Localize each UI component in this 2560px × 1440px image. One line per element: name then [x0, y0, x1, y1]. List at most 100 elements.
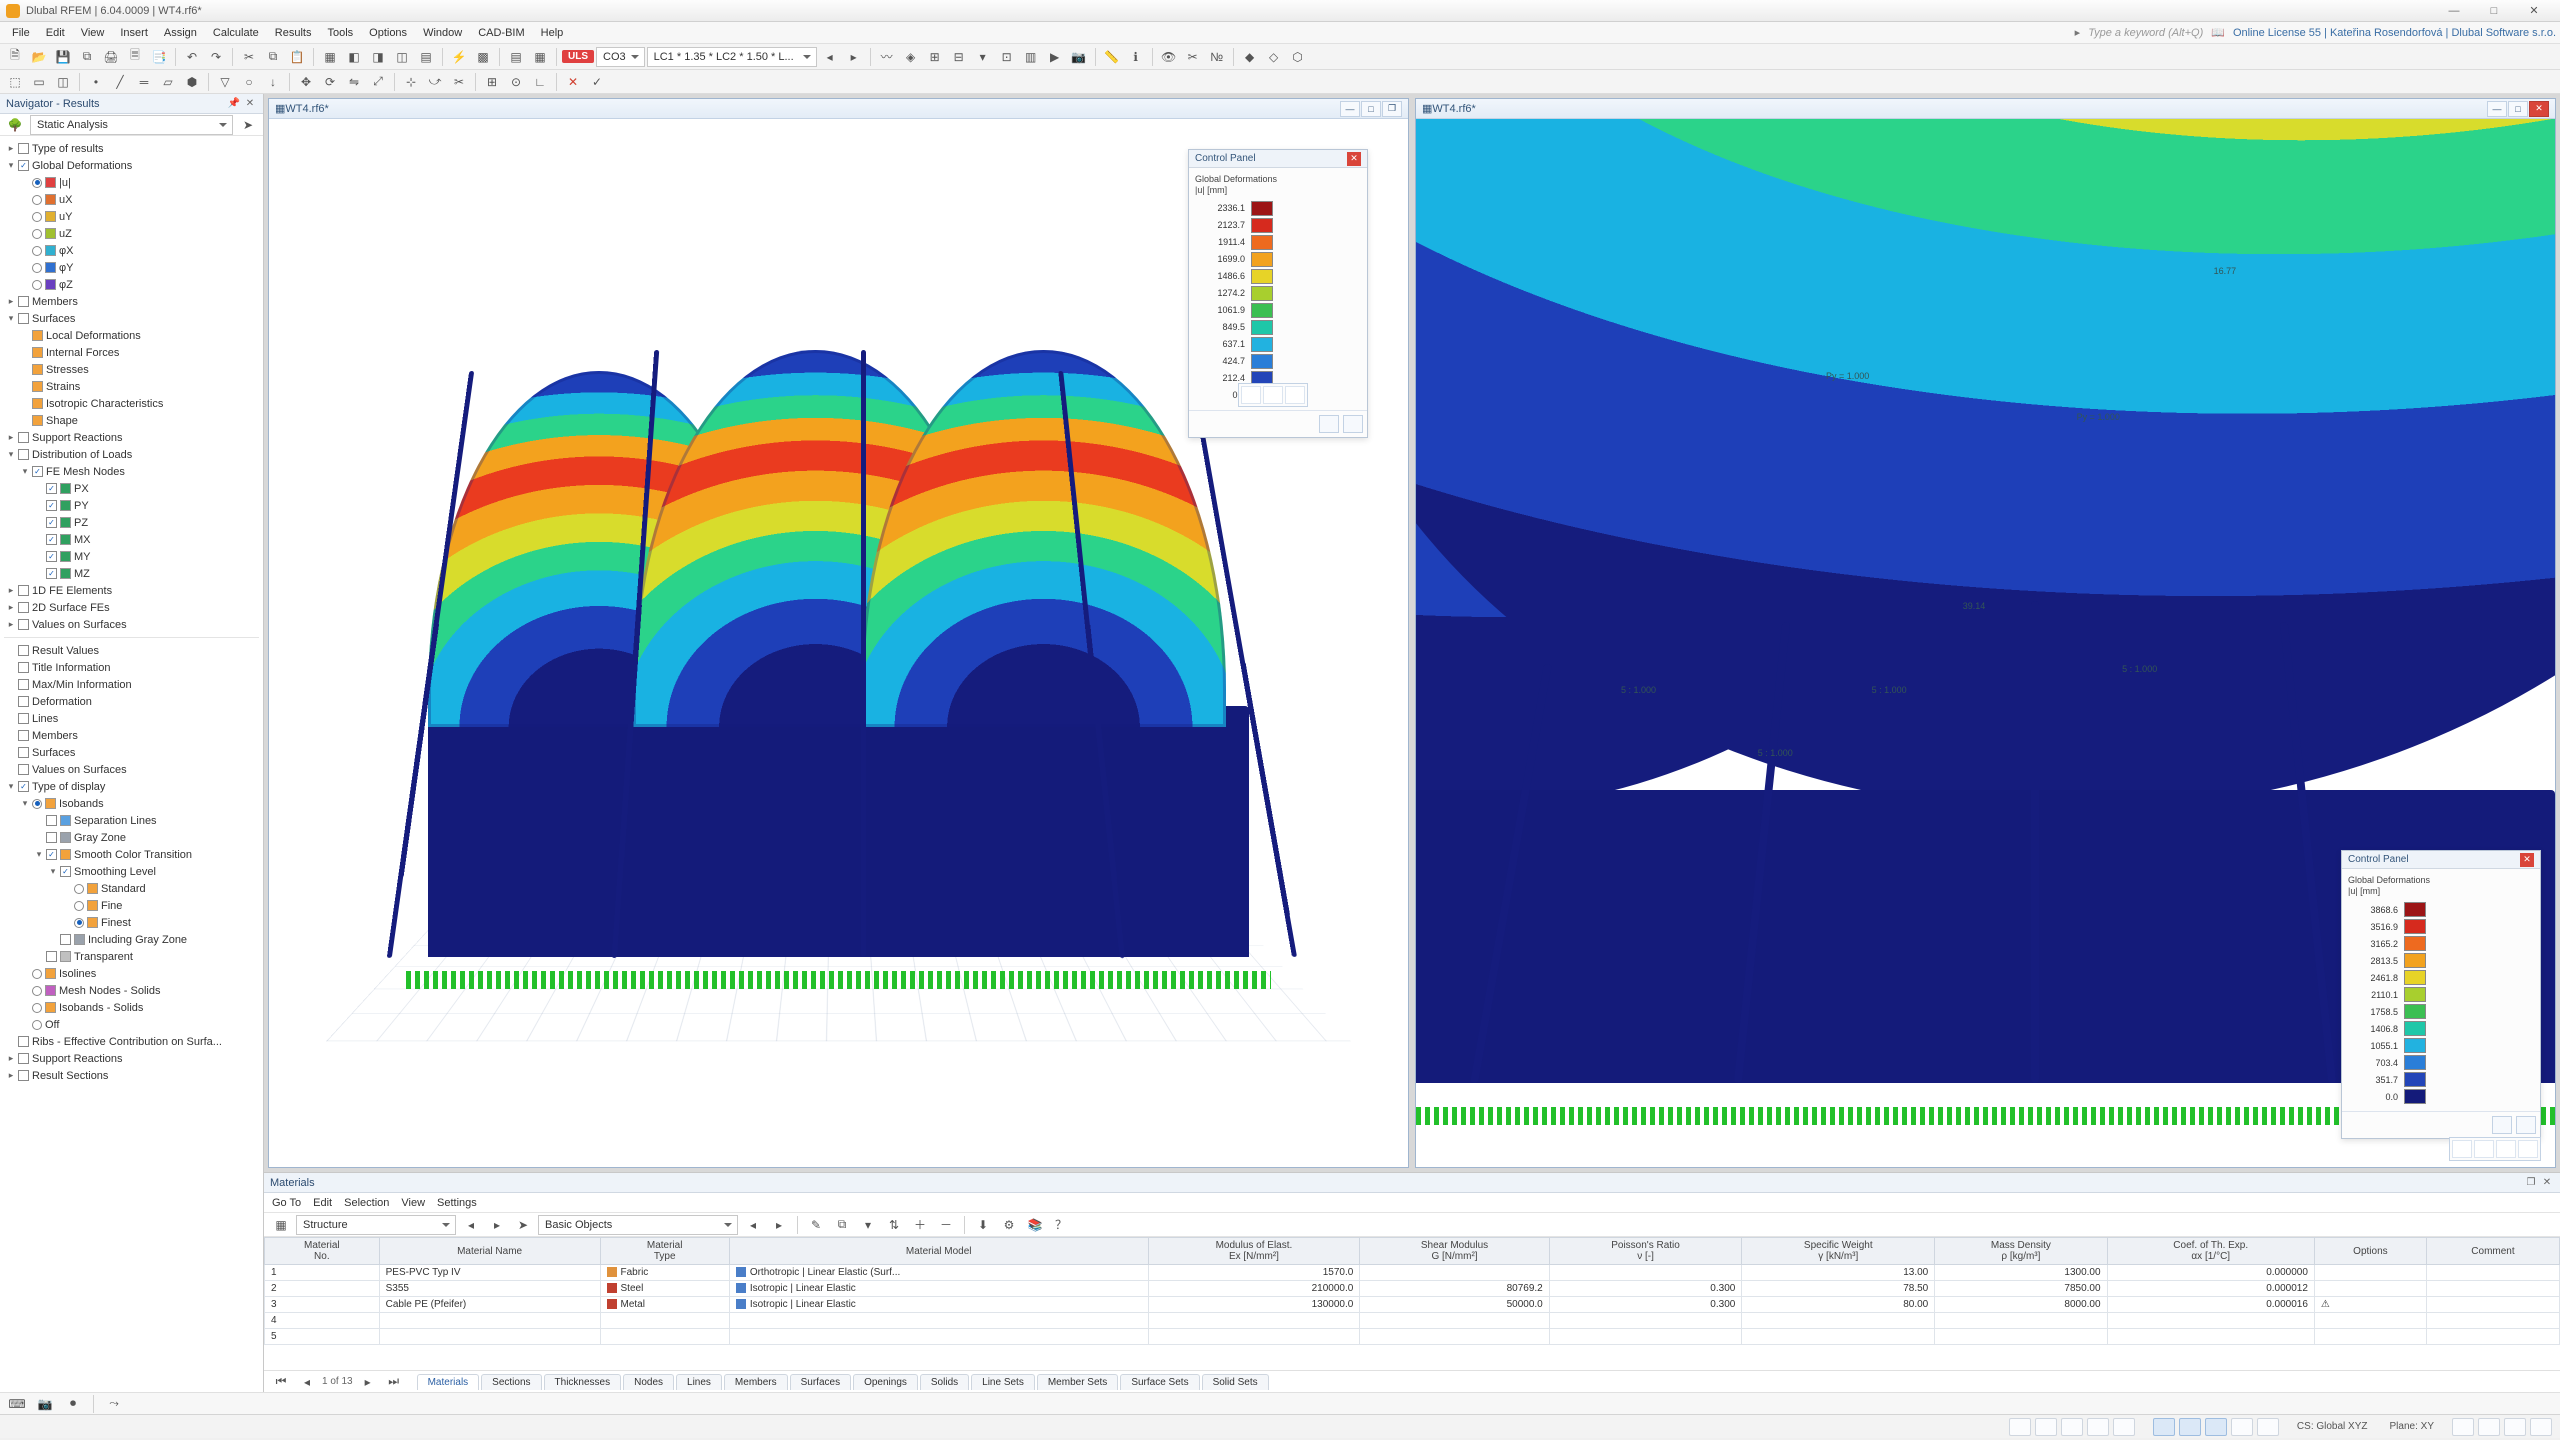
tree-item[interactable]: ▸Type of results	[2, 140, 261, 157]
mini-r-btn3-icon[interactable]	[2496, 1140, 2516, 1158]
tree-item[interactable]: φZ	[2, 276, 261, 293]
tree-item[interactable]: Off	[2, 1016, 261, 1033]
materials-menu-selection[interactable]: Selection	[344, 1197, 389, 1209]
load-combination-combo[interactable]: LC1 * 1.35 * LC2 * 1.50 * L...	[647, 47, 817, 67]
tree-item[interactable]: ▾FE Mesh Nodes	[2, 463, 261, 480]
tree-item[interactable]: ▸1D FE Elements	[2, 582, 261, 599]
check-model-icon[interactable]: ✓	[586, 71, 608, 93]
tree-item[interactable]: Lines	[2, 710, 261, 727]
col-header[interactable]: Mass Density ρ [kg/m³]	[1935, 1238, 2107, 1265]
move-icon[interactable]: ✥	[295, 71, 317, 93]
mat-pick-icon[interactable]: ➤	[512, 1214, 534, 1236]
copy-row-icon[interactable]: ⧉	[831, 1214, 853, 1236]
tree-item[interactable]: φX	[2, 242, 261, 259]
sections-icon[interactable]: ⊡	[996, 46, 1018, 68]
keyword-search-hint[interactable]: Type a keyword (Alt+Q)	[2088, 27, 2203, 39]
sb-view4[interactable]	[2530, 1418, 2552, 1436]
addon-1-icon[interactable]: ◆	[1239, 46, 1261, 68]
viewport-right-canvas[interactable]: 16.77 Py = 1.000 Py = 1.000 39.14 5 : 1.…	[1416, 119, 2555, 1167]
clipping-icon[interactable]: ✂	[1182, 46, 1204, 68]
tree-item[interactable]: ▸Support Reactions	[2, 1050, 261, 1067]
tab-materials[interactable]: Materials	[417, 1374, 480, 1390]
mini-btn2-icon[interactable]	[1263, 386, 1283, 404]
tree-item[interactable]: ▸Members	[2, 293, 261, 310]
tree-item[interactable]: Deformation	[2, 693, 261, 710]
tree-item[interactable]: uX	[2, 191, 261, 208]
tree-item[interactable]: Isobands - Solids	[2, 999, 261, 1016]
report-icon[interactable]: 📑	[148, 46, 170, 68]
mat-prev-icon[interactable]: ◂	[460, 1214, 482, 1236]
col-header[interactable]: Poisson's Ratio ν [-]	[1549, 1238, 1742, 1265]
redo-icon[interactable]: ↷	[205, 46, 227, 68]
divide-icon[interactable]: ⊹	[400, 71, 422, 93]
tab-member-sets[interactable]: Member Sets	[1037, 1374, 1118, 1390]
col-header[interactable]: Specific Weight γ [kN/m³]	[1742, 1238, 1935, 1265]
xy-view-icon[interactable]: ⊞	[924, 46, 946, 68]
control-panel-right-close-icon[interactable]: ✕	[2520, 853, 2534, 867]
pager-first-icon[interactable]: ⏮	[270, 1371, 292, 1393]
tab-solids[interactable]: Solids	[920, 1374, 969, 1390]
print-preview-icon[interactable]: 🗏	[124, 46, 146, 68]
vp-left-restore-icon[interactable]: ❐	[1382, 101, 1402, 117]
materials-menu-edit[interactable]: Edit	[313, 1197, 332, 1209]
tree-item[interactable]: ▸2D Surface FEs	[2, 599, 261, 616]
materials-max-icon[interactable]: ❐	[2524, 1176, 2538, 1190]
filter-table-icon[interactable]: ▾	[857, 1214, 879, 1236]
basic-objects-combo[interactable]: Basic Objects	[538, 1215, 738, 1235]
deformation-icon[interactable]: 〰	[876, 46, 898, 68]
addon-3-icon[interactable]: ⬡	[1287, 46, 1309, 68]
menu-file[interactable]: File	[4, 25, 38, 41]
materials-menu-go-to[interactable]: Go To	[272, 1197, 301, 1209]
viewport-right[interactable]: ▦ WT4.rf6* — □ ✕ 16.77 Py = 1.000	[1415, 98, 2556, 1168]
tree-item[interactable]: Surfaces	[2, 744, 261, 761]
tree-item[interactable]: ▾Surfaces	[2, 310, 261, 327]
tree-item[interactable]: Mesh Nodes - Solids	[2, 982, 261, 999]
grid-snap-icon[interactable]: ⊞	[481, 71, 503, 93]
results-graphic-icon[interactable]: ▦	[529, 46, 551, 68]
tree-item[interactable]: Members	[2, 727, 261, 744]
mini-btn1-icon[interactable]	[1241, 386, 1261, 404]
tree-item[interactable]: Result Values	[2, 642, 261, 659]
cp-right-opts2-icon[interactable]	[2516, 1116, 2536, 1134]
print-icon[interactable]: 🖨	[100, 46, 122, 68]
sb-view3[interactable]	[2504, 1418, 2526, 1436]
viewport-left[interactable]: ▦ WT4.rf6* — □ ❐ Contro	[268, 98, 1409, 1168]
fe-mesh-icon[interactable]: ▩	[472, 46, 494, 68]
sb-snap5[interactable]	[2257, 1418, 2279, 1436]
info-icon[interactable]: ℹ	[1125, 46, 1147, 68]
script-icon[interactable]: ⤳	[103, 1393, 125, 1415]
control-panel-right[interactable]: Control Panel✕ Global Deformations |u| […	[2341, 850, 2541, 1139]
vp-right-min-icon[interactable]: —	[2487, 101, 2507, 117]
visibility-icon[interactable]: 👁	[1158, 46, 1180, 68]
col-header[interactable]: Material Model	[729, 1238, 1148, 1265]
col-header[interactable]: Comment	[2426, 1238, 2559, 1265]
tree-item[interactable]: Separation Lines	[2, 812, 261, 829]
mat-next-icon[interactable]: ▸	[486, 1214, 508, 1236]
tree-item[interactable]: Stresses	[2, 361, 261, 378]
uls-badge[interactable]: ULS	[562, 50, 594, 63]
measure-icon[interactable]: 📏	[1101, 46, 1123, 68]
static-analysis-combo[interactable]: Static Analysis	[30, 115, 233, 135]
col-header[interactable]: Coef. of Th. Exp. αx [1/°C]	[2107, 1238, 2314, 1265]
copy-icon[interactable]: ⧉	[262, 46, 284, 68]
select-icon[interactable]: ⬚	[4, 71, 26, 93]
ortho-icon[interactable]: ∟	[529, 71, 551, 93]
tree-item[interactable]: PX	[2, 480, 261, 497]
menu-cad-bim[interactable]: CAD-BIM	[470, 25, 532, 41]
load-case-co-combo[interactable]: CO3	[596, 47, 645, 67]
window-minimize-button[interactable]: —	[2434, 2, 2474, 20]
view-transparent-icon[interactable]: ◫	[391, 46, 413, 68]
vp-left-max-icon[interactable]: □	[1361, 101, 1381, 117]
sb-view2[interactable]	[2478, 1418, 2500, 1436]
control-panel-left-close-icon[interactable]: ✕	[1347, 152, 1361, 166]
viewport-left-canvas[interactable]: Control Panel✕ Global Deformations |u| […	[269, 119, 1408, 1167]
tree-item[interactable]: Transparent	[2, 948, 261, 965]
view-solid-icon[interactable]: ◧	[343, 46, 365, 68]
scale-icon[interactable]: ⤢	[367, 71, 389, 93]
sb-btn4[interactable]	[2087, 1418, 2109, 1436]
col-header[interactable]: Modulus of Elast. Ex [N/mm²]	[1148, 1238, 1360, 1265]
vp-right-max-icon[interactable]: □	[2508, 101, 2528, 117]
cp-right-opts1-icon[interactable]	[2492, 1116, 2512, 1134]
tree-item[interactable]: Title Information	[2, 659, 261, 676]
menu-edit[interactable]: Edit	[38, 25, 73, 41]
